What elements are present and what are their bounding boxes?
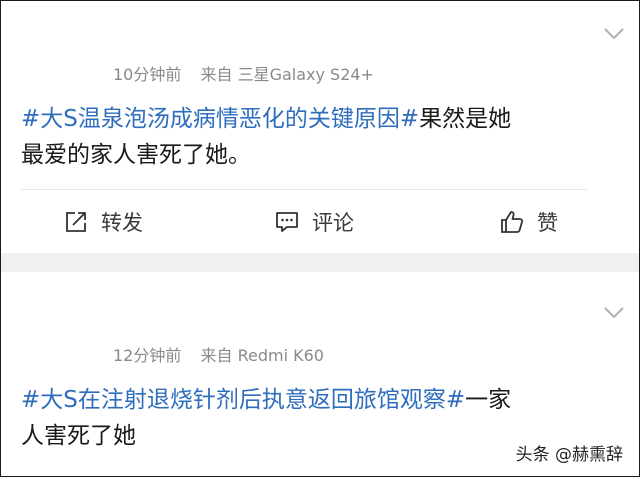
post-meta: 10分钟前 来自 三星Galaxy S24+: [113, 61, 374, 85]
post-content-line: 最爱的家人害死了她。: [21, 142, 251, 168]
repost-label: 转发: [101, 211, 143, 235]
chevron-down-icon[interactable]: [603, 27, 625, 41]
topic-hashtag[interactable]: #大S温泉泡汤成病情恶化的关键原因#: [21, 106, 419, 132]
comment-bubble-icon: [276, 212, 298, 232]
like-label: 赞: [537, 211, 558, 235]
source-prefix: 来自: [200, 346, 233, 365]
post-time: 10分钟前: [113, 65, 182, 84]
post-content: #大S温泉泡汤成病情恶化的关键原因#果然是她 最爱的家人害死了她。: [21, 101, 621, 173]
post-device[interactable]: 三星Galaxy S24+: [238, 65, 374, 84]
post-text: 果然是她: [419, 106, 512, 132]
feed-frame: 10分钟前 来自 三星Galaxy S24+ #大S温泉泡汤成病情恶化的关键原因…: [0, 0, 640, 477]
post-content-line: #大S在注射退烧针剂后执意返回旅馆观察#一家: [21, 382, 621, 418]
chevron-down-icon[interactable]: [603, 306, 625, 320]
post-device[interactable]: Redmi K60: [238, 346, 324, 365]
repost-button[interactable]: 转发: [63, 202, 143, 242]
comment-button[interactable]: 评论: [274, 202, 354, 242]
thumbs-up-icon: [501, 211, 524, 233]
comment-label: 评论: [312, 211, 354, 235]
post-text: 一家: [465, 387, 512, 413]
post-meta: 12分钟前 来自 Redmi K60: [113, 342, 324, 366]
source-prefix: 来自: [200, 65, 233, 84]
weibo-post: 10分钟前 来自 三星Galaxy S24+ #大S温泉泡汤成病情恶化的关键原因…: [1, 1, 639, 253]
source-watermark: 头条 @赫熏辞: [511, 439, 627, 466]
share-box-icon: [66, 212, 86, 232]
post-action-bar: 转发 评论 赞: [1, 202, 639, 242]
topic-hashtag[interactable]: #大S在注射退烧针剂后执意返回旅馆观察#: [21, 387, 465, 413]
post-time: 12分钟前: [113, 346, 182, 365]
divider: [21, 189, 587, 190]
post-content-line: #大S温泉泡汤成病情恶化的关键原因#果然是她: [21, 101, 621, 137]
post-separator: [1, 253, 639, 272]
like-button[interactable]: 赞: [499, 202, 558, 242]
